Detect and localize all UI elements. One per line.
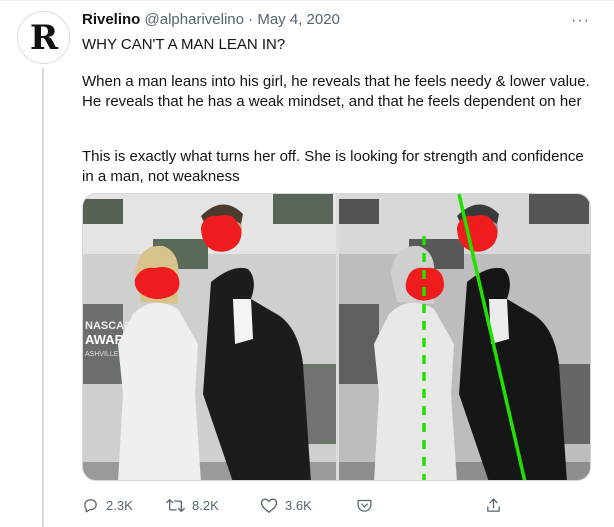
tweet-header: Rivelino @alpharivelino · May 4, 2020 [82,11,340,28]
top-divider [0,0,614,1]
reply-button[interactable]: 2.3K [82,497,133,514]
like-count: 3.6K [285,498,312,513]
photo-right-image [339,194,590,480]
tweet-text-line1: WHY CAN'T A MAN LEAN IN? [82,36,286,53]
tweet-card: R Rivelino @alpharivelino · May 4, 2020 … [0,0,614,527]
thread-line [42,68,44,527]
avatar-logo-letter: R [29,17,58,58]
share-button[interactable] [485,497,502,514]
tweet-media[interactable]: NASCAR AWARDS ASHVILLE [82,193,591,481]
photo-left[interactable]: NASCAR AWARDS ASHVILLE [83,194,336,480]
author-handle[interactable]: @alpharivelino [145,11,244,28]
retweet-button[interactable]: 8.2K [166,497,219,514]
tweet-text-paragraph1: When a man leans into his girl, he revea… [82,73,590,110]
like-button[interactable]: 3.6K [260,497,312,514]
tweet-text-paragraph2: This is exactly what turns her off. She … [82,148,584,185]
share-icon [487,498,500,512]
reply-icon [84,499,97,513]
backdrop-text-3: ASHVILLE [85,351,119,358]
header-separator: · [248,11,254,28]
retweet-icon [166,498,185,513]
tweet-date[interactable]: May 4, 2020 [257,11,340,28]
retweet-count: 8.2K [192,498,219,513]
photo-right[interactable] [339,194,590,480]
heart-icon [260,498,278,513]
photo-left-image: NASCAR AWARDS ASHVILLE [83,194,336,480]
save-to-pocket-button[interactable] [356,497,373,514]
author-name[interactable]: Rivelino [82,11,140,28]
pocket-icon [357,499,372,512]
avatar[interactable]: R [17,11,70,64]
reply-count: 2.3K [106,498,133,513]
tweet-actions: 2.3K 8.2K 3.6K [82,497,592,519]
more-options-icon[interactable]: ··· [571,12,590,30]
